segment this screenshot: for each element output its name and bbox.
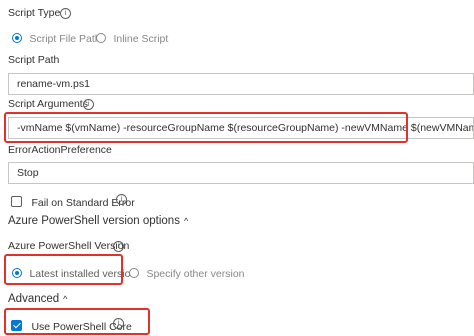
checkbox-icon[interactable]: [11, 196, 22, 208]
script-path-input[interactable]: rename-vm.ps1: [8, 73, 474, 95]
error-action-select[interactable]: Stop: [8, 162, 474, 184]
radio-inline-script[interactable]: Inline Script: [96, 29, 168, 47]
chevron-up-icon: ^: [183, 216, 189, 226]
info-icon[interactable]: i: [116, 194, 127, 205]
script-type-label: Script Type: [8, 7, 61, 19]
radio-unselected-icon[interactable]: [129, 267, 139, 278]
info-icon[interactable]: i: [60, 8, 71, 19]
script-arguments-label: Script Arguments: [8, 98, 88, 110]
highlight-box-advanced: [4, 308, 150, 335]
highlight-box-version: [4, 254, 123, 285]
advanced-header[interactable]: Advanced ^: [8, 293, 67, 305]
highlight-box-arguments: [4, 112, 408, 143]
azure-ps-version-label: Azure PowerShell Version: [8, 240, 130, 252]
info-icon[interactable]: i: [113, 241, 124, 252]
error-action-label: ErrorActionPreference: [8, 144, 112, 156]
radio-selected-icon[interactable]: [12, 32, 22, 43]
script-path-label: Script Path: [8, 54, 60, 66]
azure-ps-options-header[interactable]: Azure PowerShell version options ^: [8, 215, 188, 227]
chevron-up-icon: ^: [63, 294, 68, 304]
radio-specify-other-version[interactable]: Specify other version: [129, 264, 245, 282]
info-icon[interactable]: i: [83, 99, 94, 110]
radio-script-file-path[interactable]: Script File Path: [12, 29, 101, 47]
radio-unselected-icon[interactable]: [96, 32, 106, 43]
